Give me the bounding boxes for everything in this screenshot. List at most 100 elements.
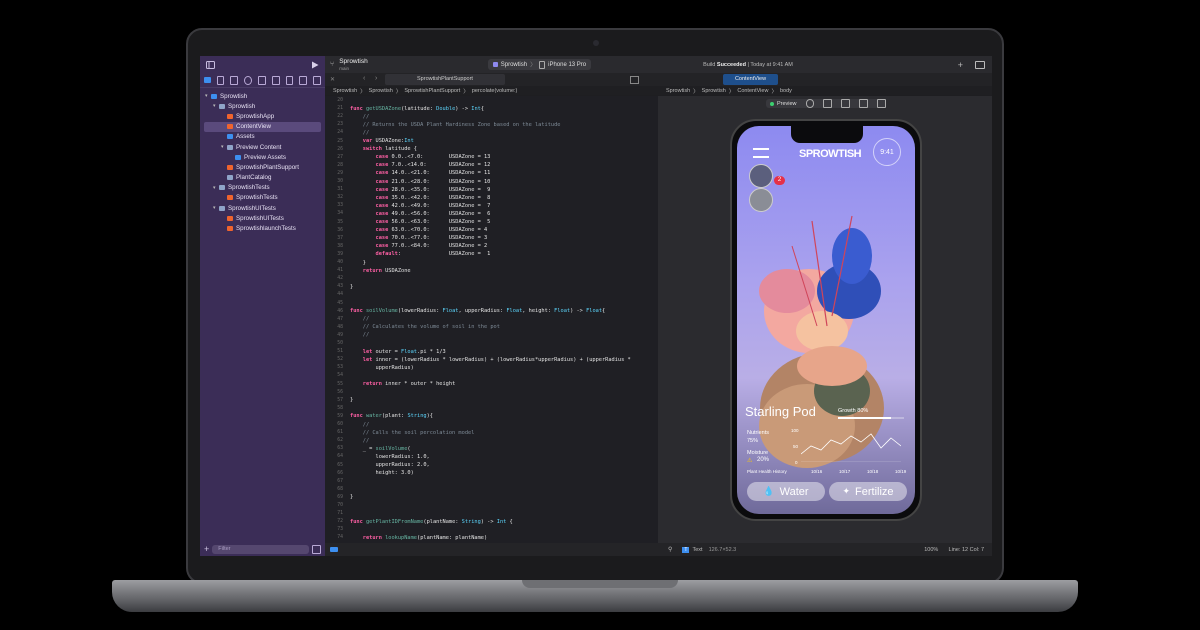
- report-icon[interactable]: [313, 75, 321, 85]
- test-icon[interactable]: [271, 75, 280, 85]
- back-icon[interactable]: ‹: [363, 75, 365, 82]
- code-line[interactable]: // Calculates the volume of soil in the …: [350, 324, 500, 330]
- code-line[interactable]: return USDAZone: [350, 268, 411, 274]
- code-line[interactable]: //: [350, 316, 369, 322]
- folder-icon[interactable]: [204, 77, 211, 83]
- code-line[interactable]: case 7.0..<14.0: USDAZone = 12: [350, 162, 491, 168]
- source-control-icon[interactable]: [216, 75, 225, 85]
- code-line[interactable]: func soilVolume(lowerRadius: Float, uppe…: [350, 308, 605, 314]
- sidebar-item[interactable]: SprowtishPlantSupport: [200, 162, 325, 172]
- issue-icon[interactable]: [258, 75, 266, 85]
- breadcrumb-item[interactable]: ContentView: [737, 88, 768, 94]
- code-line[interactable]: // Calls the soil percolation model: [350, 430, 475, 436]
- avatar[interactable]: [749, 164, 773, 188]
- code-line[interactable]: }: [350, 397, 353, 403]
- code-line[interactable]: upperRadius): [350, 365, 414, 371]
- orientation-icon[interactable]: [859, 99, 869, 108]
- sidebar-item[interactable]: SprowtishlaunchTests: [200, 223, 325, 233]
- run-icon[interactable]: [311, 61, 319, 69]
- code-line[interactable]: case 14.0..<21.0: USDAZone = 11: [350, 170, 491, 176]
- code-line[interactable]: height: 3.0): [350, 470, 414, 476]
- preview-button[interactable]: Preview: [777, 101, 797, 107]
- symbol-icon[interactable]: [230, 75, 239, 85]
- breadcrumb-item[interactable]: Sprowtish: [333, 88, 357, 94]
- code-line[interactable]: case 35.0..<42.0: USDAZone = 8: [350, 195, 491, 201]
- code-line[interactable]: }: [350, 260, 366, 266]
- add-library-icon[interactable]: +: [958, 60, 963, 70]
- code-editor[interactable]: 20 21 22 23 24 25 26 27 28 29 30 31 32 33 34 35 36 37 38 39…: [325, 96, 658, 543]
- code-line[interactable]: case 21.0..<28.0: USDAZone = 10: [350, 179, 491, 185]
- debug-icon[interactable]: [285, 75, 294, 85]
- app-screen[interactable]: SPROWTISH 9:41 2 Starling Pod Growth 80%…: [737, 126, 915, 514]
- code-line[interactable]: // Returns the USDA Plant Hardiness Zone…: [350, 122, 561, 128]
- breadcrumb-item[interactable]: Sprowtish: [702, 88, 726, 94]
- code-line[interactable]: switch latitude {: [350, 146, 417, 152]
- sidebar-item[interactable]: PlantCatalog: [200, 173, 325, 183]
- sidebar-item[interactable]: SprowtishTests: [200, 193, 325, 203]
- sidebar-item[interactable]: ▾ SprowtishTests: [200, 183, 325, 193]
- code-line[interactable]: //: [350, 438, 369, 444]
- code-line[interactable]: //: [350, 114, 369, 120]
- breadcrumb-item[interactable]: Sprowtish: [369, 88, 393, 94]
- selectable-icon[interactable]: [823, 99, 833, 108]
- breadcrumb-item[interactable]: SprowtishPlantSupport: [404, 88, 460, 94]
- code-line[interactable]: case 0.0..<7.0: USDAZone = 13: [350, 154, 491, 160]
- sidebar-item[interactable]: SprowtishApp: [200, 111, 325, 121]
- inspector-toggle-icon[interactable]: [975, 60, 985, 69]
- code-line[interactable]: upperRadius: 2.0,: [350, 462, 430, 468]
- code-line[interactable]: default: USDAZone = 1: [350, 251, 491, 257]
- code-line[interactable]: _ = soilVolume(: [350, 446, 411, 452]
- code-line[interactable]: func water(plant: String){: [350, 413, 433, 419]
- code-line[interactable]: }: [350, 284, 353, 290]
- code-line[interactable]: //: [350, 130, 369, 136]
- fertilize-button[interactable]: ✦ Fertilize: [829, 482, 907, 501]
- code-line[interactable]: case 77.0..<84.0: USDAZone = 2: [350, 243, 488, 249]
- code-line[interactable]: case 49.0..<56.0: USDAZone = 6: [350, 211, 491, 217]
- code-line[interactable]: case 42.0..<49.0: USDAZone = 7: [350, 203, 491, 209]
- code-line[interactable]: //: [350, 332, 369, 338]
- split-icon[interactable]: [630, 76, 639, 84]
- sidebar-item[interactable]: Assets: [200, 132, 325, 142]
- menu-icon[interactable]: [753, 148, 769, 158]
- code-line[interactable]: case 28.0..<35.0: USDAZone = 9: [350, 187, 491, 193]
- find-icon[interactable]: [244, 75, 253, 85]
- code-line[interactable]: return inner * outer * height: [350, 381, 456, 387]
- pin-icon[interactable]: ⚲: [668, 546, 672, 553]
- tab-plant-support[interactable]: SprowtishPlantSupport: [385, 74, 505, 85]
- variants-icon[interactable]: [805, 99, 815, 108]
- code-line[interactable]: let inner = (lowerRadius * lowerRadius) …: [350, 357, 631, 363]
- add-icon[interactable]: +: [204, 544, 209, 554]
- filter-input[interactable]: Filter: [212, 544, 309, 554]
- water-button[interactable]: 💧 Water: [747, 482, 825, 501]
- sidebar-toggle-icon[interactable]: [206, 60, 215, 69]
- breakpoint-icon[interactable]: [299, 75, 308, 85]
- code-line[interactable]: func getUSDAZone(latitude: Double) -> In…: [350, 106, 484, 112]
- code-line[interactable]: }: [350, 494, 353, 500]
- debug-area-toggle-icon[interactable]: [330, 547, 338, 552]
- close-icon[interactable]: ✕: [330, 76, 335, 83]
- sidebar-item[interactable]: ContentView: [204, 121, 321, 132]
- code-line[interactable]: case 56.0..<63.0: USDAZone = 5: [350, 219, 491, 225]
- breadcrumb-item[interactable]: body: [780, 88, 792, 94]
- breadcrumb-item[interactable]: percolate(volume:): [472, 88, 518, 94]
- sidebar-item[interactable]: SprowtishUITests: [200, 213, 325, 223]
- avatar[interactable]: [749, 188, 773, 212]
- sidebar-item[interactable]: ▾ Preview Content: [200, 142, 325, 152]
- filter-options-icon[interactable]: [312, 544, 321, 554]
- tab-content-view[interactable]: ContentView: [723, 74, 778, 85]
- code-line[interactable]: //: [350, 422, 369, 428]
- code-line[interactable]: var USDAZone:Int: [350, 138, 414, 144]
- zoom-level[interactable]: 100%: [924, 547, 938, 553]
- forward-icon[interactable]: ›: [375, 75, 377, 82]
- code-line[interactable]: lowerRadius: 1.0,: [350, 454, 430, 460]
- device-settings-icon[interactable]: [841, 99, 851, 108]
- sidebar-item[interactable]: Preview Assets: [200, 152, 325, 162]
- sidebar-item[interactable]: ▾ Sprowtish: [200, 91, 325, 101]
- sidebar-item[interactable]: ▾ SprowtishUITests: [200, 203, 325, 213]
- scheme-selector[interactable]: Sprowtish 〉 iPhone 13 Pro: [487, 59, 592, 70]
- sidebar-item[interactable]: ▾ Sprowtish: [200, 101, 325, 111]
- code-line[interactable]: let outer = Float.pi * 1/3: [350, 349, 446, 355]
- code-line[interactable]: case 70.0..<77.0: USDAZone = 3: [350, 235, 488, 241]
- breadcrumb-item[interactable]: Sprowtish: [666, 88, 690, 94]
- code-line[interactable]: return lookupName(plantName: plantName): [350, 535, 487, 541]
